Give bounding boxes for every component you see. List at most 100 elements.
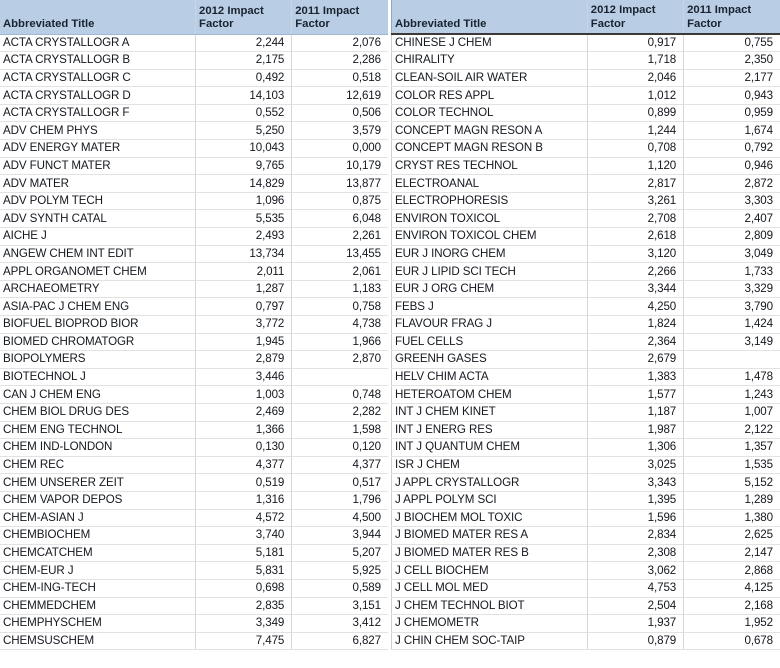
cell-2012-impact-factor[interactable]: 1,012 — [587, 86, 685, 105]
table-row[interactable]: ENVIRON TOXICOL CHEM 2,618 2,809 — [391, 227, 780, 246]
cell-2011-impact-factor[interactable]: 0,589 — [291, 579, 388, 598]
table-row[interactable]: EUR J INORG CHEM 3,120 3,049 — [391, 245, 780, 264]
cell-abbreviated-title[interactable]: J APPL POLYM SCI — [391, 491, 588, 510]
cell-abbreviated-title[interactable]: CAN J CHEM ENG — [0, 385, 197, 404]
table-row[interactable]: J CELL MOL MED 4,753 4,125 — [391, 579, 780, 598]
cell-2012-impact-factor[interactable]: 1,987 — [587, 421, 685, 440]
cell-abbreviated-title[interactable]: J APPL CRYSTALLOGR — [391, 473, 588, 492]
cell-abbreviated-title[interactable]: CHEM UNSERER ZEIT — [0, 473, 197, 492]
cell-2011-impact-factor[interactable]: 0,120 — [291, 438, 388, 457]
cell-abbreviated-title[interactable]: CHEM-EUR J — [0, 561, 197, 580]
cell-2011-impact-factor[interactable]: 2,147 — [683, 544, 780, 563]
column-header-abbreviated-title[interactable]: Abbreviated Title — [391, 0, 588, 35]
cell-2011-impact-factor[interactable]: 3,149 — [683, 333, 780, 352]
cell-2011-impact-factor[interactable]: 1,535 — [683, 456, 780, 475]
cell-2011-impact-factor[interactable]: 3,049 — [683, 245, 780, 264]
cell-abbreviated-title[interactable]: AICHE J — [0, 227, 197, 246]
table-row[interactable]: ADV CHEM PHYS 5,250 3,579 — [0, 121, 388, 141]
cell-2012-impact-factor[interactable]: 9,765 — [195, 157, 293, 176]
table-row[interactable]: J BIOMED MATER RES B 2,308 2,147 — [391, 544, 780, 563]
cell-abbreviated-title[interactable]: CHEM-ASIAN J — [0, 509, 197, 528]
cell-2012-impact-factor[interactable]: 1,316 — [195, 491, 293, 510]
table-row[interactable]: FEBS J 4,250 3,790 — [391, 297, 780, 316]
table-row[interactable]: CHIRALITY 1,718 2,350 — [391, 51, 780, 70]
cell-2012-impact-factor[interactable]: 2,708 — [587, 209, 685, 229]
cell-2012-impact-factor[interactable]: 1,395 — [587, 491, 685, 510]
cell-abbreviated-title[interactable]: ELECTROANAL — [391, 174, 588, 193]
cell-2012-impact-factor[interactable]: 2,834 — [587, 526, 685, 545]
cell-2012-impact-factor[interactable]: 7,475 — [195, 632, 293, 651]
cell-abbreviated-title[interactable]: COLOR RES APPL — [391, 86, 588, 105]
table-row[interactable]: INT J CHEM KINET 1,187 1,007 — [391, 403, 780, 422]
cell-2011-impact-factor[interactable]: 0,678 — [683, 632, 780, 651]
table-row[interactable]: CAN J CHEM ENG 1,003 0,748 — [0, 385, 388, 404]
cell-abbreviated-title[interactable]: ADV FUNCT MATER — [0, 157, 197, 176]
cell-abbreviated-title[interactable]: J CHEM TECHNOL BIOT — [391, 597, 588, 616]
table-row[interactable]: BIOMED CHROMATOGR 1,945 1,966 — [0, 333, 388, 352]
cell-2011-impact-factor[interactable]: 1,478 — [683, 368, 780, 387]
cell-2011-impact-factor[interactable]: 0,755 — [683, 34, 780, 53]
cell-abbreviated-title[interactable]: ACTA CRYSTALLOGR C — [0, 69, 197, 88]
cell-2012-impact-factor[interactable]: 10,043 — [195, 139, 293, 158]
cell-2012-impact-factor[interactable]: 2,244 — [195, 34, 293, 53]
cell-abbreviated-title[interactable]: ACTA CRYSTALLOGR F — [0, 104, 197, 123]
column-header-2012-impact-factor[interactable]: 2012 Impact Factor — [195, 0, 293, 35]
cell-2011-impact-factor[interactable]: 1,796 — [291, 491, 388, 510]
table-row[interactable]: BIOPOLYMERS 2,879 2,870 — [0, 350, 388, 369]
cell-2011-impact-factor[interactable]: 2,625 — [683, 526, 780, 545]
cell-2011-impact-factor[interactable]: 2,407 — [683, 209, 780, 229]
cell-2012-impact-factor[interactable]: 2,266 — [587, 262, 685, 281]
cell-abbreviated-title[interactable]: CHEMMEDCHEM — [0, 597, 197, 616]
cell-abbreviated-title[interactable]: J BIOMED MATER RES A — [391, 526, 588, 545]
cell-2012-impact-factor[interactable]: 2,504 — [587, 597, 685, 616]
cell-2011-impact-factor[interactable]: 4,377 — [291, 456, 388, 475]
cell-2011-impact-factor[interactable]: 0,517 — [291, 473, 388, 492]
cell-2012-impact-factor[interactable]: 0,519 — [195, 473, 293, 492]
cell-abbreviated-title[interactable]: INT J QUANTUM CHEM — [391, 438, 588, 457]
cell-2012-impact-factor[interactable]: 2,469 — [195, 403, 293, 422]
table-row[interactable]: ADV SYNTH CATAL 5,535 6,048 — [0, 209, 388, 229]
table-row[interactable]: J CHEMOMETR 1,937 1,952 — [391, 614, 780, 633]
column-header-2011-impact-factor[interactable]: 2011 Impact Factor — [291, 0, 388, 35]
cell-abbreviated-title[interactable]: INT J ENERG RES — [391, 421, 588, 440]
cell-abbreviated-title[interactable]: CHEM IND-LONDON — [0, 438, 197, 457]
table-row[interactable]: ADV MATER 14,829 13,877 — [0, 174, 388, 193]
table-row[interactable]: CHEM-ING-TECH 0,698 0,589 — [0, 579, 388, 598]
cell-2012-impact-factor[interactable]: 1,945 — [195, 333, 293, 352]
table-row[interactable]: FLAVOUR FRAG J 1,824 1,424 — [391, 315, 780, 334]
table-row[interactable]: ADV ENERGY MATER 10,043 0,000 — [0, 139, 388, 158]
cell-abbreviated-title[interactable]: BIOMED CHROMATOGR — [0, 333, 197, 352]
cell-2011-impact-factor[interactable]: 12,619 — [291, 86, 388, 105]
table-row[interactable]: J BIOMED MATER RES A 2,834 2,625 — [391, 526, 780, 545]
cell-2012-impact-factor[interactable]: 2,046 — [587, 69, 685, 88]
cell-2011-impact-factor[interactable]: 2,261 — [291, 227, 388, 246]
table-row[interactable]: CHEM UNSERER ZEIT 0,519 0,517 — [0, 473, 388, 492]
cell-2012-impact-factor[interactable]: 3,343 — [587, 473, 685, 492]
cell-2012-impact-factor[interactable]: 1,096 — [195, 192, 293, 211]
cell-2012-impact-factor[interactable]: 0,797 — [195, 297, 293, 316]
cell-abbreviated-title[interactable]: ARCHAEOMETRY — [0, 280, 197, 299]
cell-abbreviated-title[interactable]: EUR J LIPID SCI TECH — [391, 262, 588, 281]
cell-2012-impact-factor[interactable]: 3,740 — [195, 526, 293, 545]
cell-2011-impact-factor[interactable]: 1,243 — [683, 385, 780, 404]
cell-2012-impact-factor[interactable]: 2,817 — [587, 174, 685, 193]
cell-2011-impact-factor[interactable]: 0,946 — [683, 157, 780, 176]
cell-2012-impact-factor[interactable]: 1,120 — [587, 157, 685, 176]
table-row[interactable]: ADV POLYM TECH 1,096 0,875 — [0, 192, 388, 211]
cell-2012-impact-factor[interactable]: 1,577 — [587, 385, 685, 404]
cell-2012-impact-factor[interactable]: 4,572 — [195, 509, 293, 528]
cell-2011-impact-factor[interactable] — [291, 368, 388, 387]
cell-2011-impact-factor[interactable]: 2,809 — [683, 227, 780, 246]
cell-abbreviated-title[interactable]: J BIOMED MATER RES B — [391, 544, 588, 563]
table-row[interactable]: ANGEW CHEM INT EDIT 13,734 13,455 — [0, 245, 388, 264]
cell-abbreviated-title[interactable]: J CHEMOMETR — [391, 614, 588, 633]
cell-2012-impact-factor[interactable]: 5,181 — [195, 544, 293, 563]
cell-abbreviated-title[interactable]: CONCEPT MAGN RESON A — [391, 121, 588, 141]
cell-2011-impact-factor[interactable]: 6,827 — [291, 632, 388, 651]
table-row[interactable]: CHEM REC 4,377 4,377 — [0, 456, 388, 475]
cell-2011-impact-factor[interactable]: 1,007 — [683, 403, 780, 422]
cell-abbreviated-title[interactable]: CHEMSUSCHEM — [0, 632, 197, 651]
column-header-abbreviated-title[interactable]: Abbreviated Title — [0, 0, 197, 35]
cell-abbreviated-title[interactable]: J CELL MOL MED — [391, 579, 588, 598]
cell-abbreviated-title[interactable]: BIOTECHNOL J — [0, 368, 197, 387]
